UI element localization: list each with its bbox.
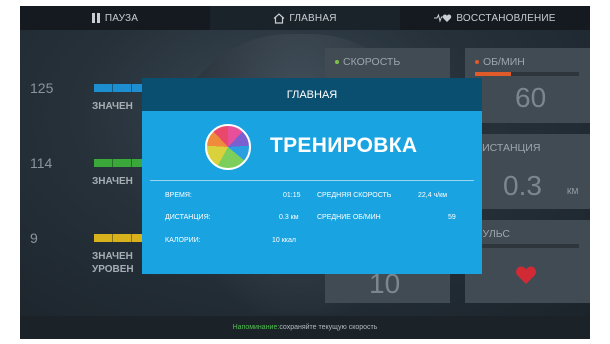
distance-value: 0.3: [503, 170, 542, 201]
metric-label: ЗНАЧЕН УРОВЕН: [92, 250, 134, 276]
pulse-level-bar: [475, 244, 579, 248]
home-tab[interactable]: ГЛАВНАЯ: [210, 6, 400, 30]
status-dot: [475, 60, 479, 65]
metric-label-line2: УРОВЕН: [92, 264, 134, 275]
home-label: ГЛАВНАЯ: [289, 12, 337, 24]
metric-value: 114: [30, 155, 53, 171]
heart-icon: [516, 266, 536, 284]
avg-rpm-value: 59: [448, 214, 456, 221]
speed-label: СКОРОСТЬ: [335, 56, 400, 68]
dialog-title-row: ТРЕНИРОВКА: [142, 120, 482, 170]
workout-summary-dialog[interactable]: ГЛАВНАЯ ТРЕНИРОВКА ВРЕМЯ: 01:15 ДИСТАНЦИ…: [142, 78, 482, 274]
recovery-label: ВОССТАНОВЛЕНИЕ: [456, 12, 556, 24]
recovery-tab[interactable]: ВОССТАНОВЛЕНИЕ: [400, 6, 590, 30]
reminder-prefix: Напоминание:: [232, 324, 280, 331]
distance-label: ДИСТАНЦИЯ: [475, 142, 541, 154]
rpm-tile[interactable]: ОБ/МИН 60: [465, 48, 590, 123]
heart-pulse-icon: [434, 13, 452, 23]
pause-label: ПАУЗА: [104, 12, 139, 24]
distance-stat-label: ДИСТАНЦИЯ:: [165, 214, 211, 221]
metric-label: ЗНАЧЕН: [92, 101, 133, 112]
rpm-label: ОБ/МИН: [475, 56, 525, 68]
pulse-tile[interactable]: ПУЛЬС: [465, 220, 590, 303]
reminder-bar: Напоминание: сохраняйте текущую скорость: [20, 316, 590, 339]
dialog-divider: [150, 180, 474, 181]
top-bar: ПАУЗА ГЛАВНАЯ ВОССТАНОВЛЕНИЕ: [20, 6, 590, 30]
metric-label: ЗНАЧЕН: [92, 176, 133, 187]
rpm-label-text: ОБ/МИН: [483, 56, 525, 68]
dialog-header: ГЛАВНАЯ: [142, 78, 482, 111]
pause-tab[interactable]: ПАУЗА: [20, 6, 210, 30]
avg-rpm-label: СРЕДНИЕ ОБ/МИН: [317, 214, 381, 221]
rpm-level-fill: [475, 72, 512, 76]
app-screen: ПАУЗА ГЛАВНАЯ ВОССТАНОВЛЕНИЕ 125 ЗНАЧЕН …: [20, 6, 590, 339]
metric-value: 9: [30, 230, 38, 246]
avg-speed-label: СРЕДНЯЯ СКОРОСТЬ: [317, 192, 392, 199]
speed-label-text: СКОРОСТЬ: [343, 56, 401, 68]
rpm-value: 60: [515, 82, 547, 113]
distance-stat-value: 0.3 км: [279, 214, 299, 221]
reminder-text: сохраняйте текущую скорость: [279, 324, 378, 331]
status-dot: [335, 60, 339, 65]
metric-label-line1: ЗНАЧЕН: [92, 251, 133, 262]
time-label: ВРЕМЯ:: [165, 192, 192, 199]
time-value: 01:15: [283, 192, 301, 199]
home-icon: [273, 12, 285, 24]
distance-unit: КМ: [567, 187, 579, 196]
distance-tile[interactable]: ДИСТАНЦИЯ 0.3 КМ: [465, 134, 590, 209]
pause-icon: [91, 13, 101, 23]
avg-speed-value: 22,4 ч/км: [418, 192, 448, 199]
rpm-level-bar: [475, 72, 579, 76]
calories-value: 10 ккал: [272, 237, 296, 244]
calories-label: КАЛОРИИ:: [165, 237, 201, 244]
dialog-title: ТРЕНИРОВКА: [270, 134, 418, 157]
metric-value: 125: [30, 80, 54, 96]
pie-chart-icon: [205, 124, 251, 170]
